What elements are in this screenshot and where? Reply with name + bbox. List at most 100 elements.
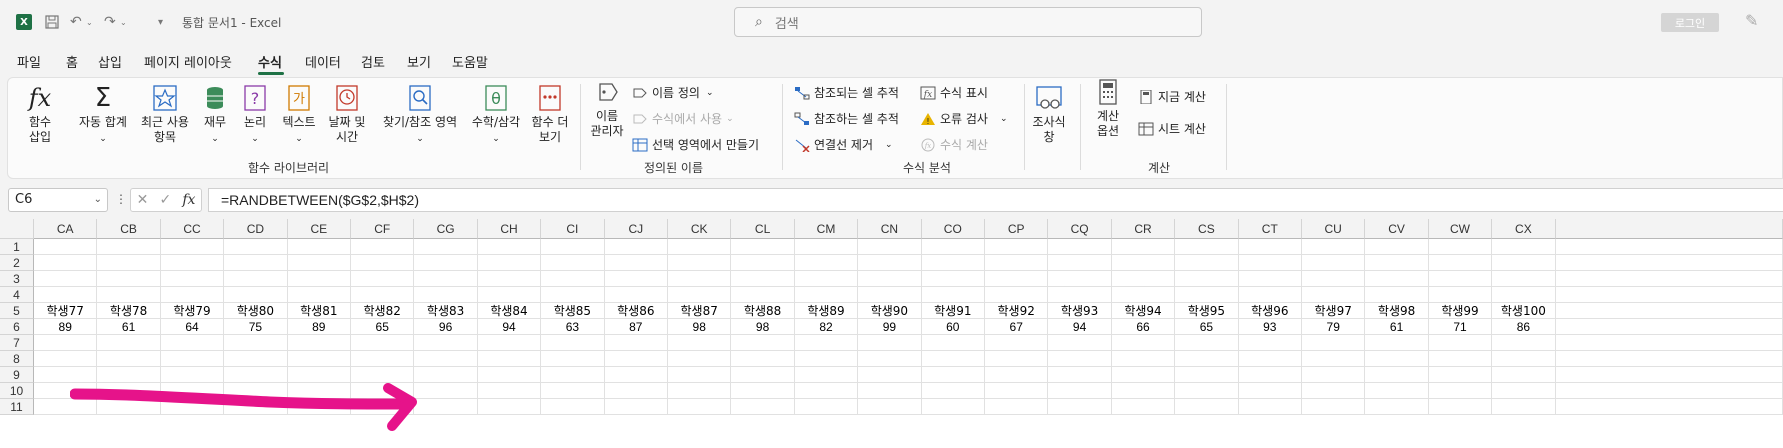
remove-arrows-button[interactable]: 연결선 제거 ⌄ [794,136,893,153]
cell[interactable] [1555,303,1783,319]
cell[interactable] [1048,239,1112,255]
math-trig-button[interactable]: θ 수학/삼각 ⌄ [468,84,524,147]
cell[interactable]: 학생91 [921,303,985,319]
cell[interactable] [224,239,288,255]
row-header-2[interactable]: 2 [0,255,34,271]
cell[interactable] [1175,287,1239,303]
cell[interactable] [604,271,668,287]
calculate-sheet-button[interactable]: 시트 계산 [1138,120,1206,137]
cell[interactable] [985,255,1049,271]
cell[interactable] [34,239,98,255]
login-button[interactable]: 로그인 [1661,13,1719,32]
tab-view[interactable]: 보기 [407,52,431,71]
cell[interactable] [1428,287,1493,303]
cell[interactable] [1492,255,1556,271]
cell[interactable] [794,351,859,367]
column-header-cx[interactable]: CX [1492,219,1556,239]
redo-icon[interactable]: ↷ [104,12,116,32]
cell[interactable] [34,335,98,351]
undo-icon[interactable]: ↶ [70,12,82,32]
cell[interactable] [34,287,98,303]
name-manager-button[interactable]: 이름 관리자 [586,78,628,139]
cell[interactable] [414,239,478,255]
cell[interactable] [604,399,668,415]
cell[interactable] [1238,287,1302,303]
cell[interactable] [1302,383,1366,399]
cell[interactable] [1048,287,1112,303]
cell[interactable] [414,399,478,415]
cell[interactable] [1111,287,1176,303]
cell[interactable] [794,271,859,287]
cell[interactable] [477,399,542,415]
cell[interactable] [1048,271,1112,287]
chevron-down-icon[interactable]: ⌄ [94,189,102,211]
column-header-cd[interactable]: CD [224,219,288,239]
cell[interactable] [1048,255,1112,271]
cell[interactable] [224,335,288,351]
cell[interactable] [604,367,668,383]
cell[interactable] [414,351,478,367]
cell[interactable] [1175,399,1239,415]
cell[interactable] [541,351,605,367]
cell[interactable]: 61 [1365,319,1429,335]
cancel-icon[interactable]: ✕ [137,192,149,208]
cell[interactable] [668,287,732,303]
cell[interactable]: 61 [97,319,161,335]
cell[interactable] [668,255,732,271]
column-header-cv[interactable]: CV [1365,219,1429,239]
cell[interactable] [1555,367,1783,383]
column-header-cf[interactable]: CF [351,219,415,239]
cell[interactable] [287,271,351,287]
cell[interactable] [1365,239,1429,255]
cell[interactable] [224,255,288,271]
cell[interactable] [1365,351,1429,367]
cell[interactable] [1238,399,1302,415]
cell[interactable] [1302,335,1366,351]
cell[interactable]: 87 [604,319,668,335]
use-in-formula-button[interactable]: 수식에서 사용 ⌄ [632,110,734,127]
cell[interactable] [794,239,859,255]
column-header-ca[interactable]: CA [34,219,98,239]
cell[interactable] [794,367,859,383]
cell[interactable] [858,335,922,351]
cell[interactable]: 학생93 [1048,303,1112,319]
cell[interactable] [985,239,1049,255]
cell[interactable] [1492,335,1556,351]
cell[interactable] [1048,383,1112,399]
cell[interactable] [921,367,985,383]
cell[interactable]: 79 [1302,319,1366,335]
select-all-corner[interactable] [0,219,34,239]
cell[interactable] [414,335,478,351]
autosum-button[interactable]: Σ 자동 합계 ⌄ [74,84,132,147]
pen-icon[interactable]: ✎ [1745,11,1758,30]
cell[interactable] [985,271,1049,287]
cell[interactable]: 96 [414,319,478,335]
cell[interactable]: 학생96 [1238,303,1302,319]
error-checking-button[interactable]: ! 오류 검사 ⌄ [920,110,1008,127]
tab-page-layout[interactable]: 페이지 레이아웃 [144,52,232,71]
cell[interactable] [858,399,922,415]
cell[interactable] [1428,351,1493,367]
trace-precedents-button[interactable]: 참조되는 셀 추적 [794,84,899,101]
cell[interactable] [858,239,922,255]
recent-functions-button[interactable]: 최근 사용 항목 [136,84,194,145]
row-header-4[interactable]: 4 [0,287,34,303]
row-header-9[interactable]: 9 [0,367,34,383]
row-header-10[interactable]: 10 [0,383,34,399]
cell[interactable] [97,335,161,351]
tab-review[interactable]: 검토 [361,52,385,71]
column-header-cr[interactable]: CR [1111,219,1176,239]
cell[interactable]: 60 [921,319,985,335]
cell[interactable] [1365,287,1429,303]
cell[interactable] [668,383,732,399]
cell[interactable] [1111,255,1176,271]
enter-icon[interactable]: ✓ [159,192,171,208]
cell[interactable] [921,383,985,399]
more-options-icon[interactable]: ⋮ [115,192,127,206]
cell[interactable] [541,383,605,399]
column-header-cg[interactable]: CG [414,219,478,239]
cell[interactable] [477,367,542,383]
cell[interactable] [1048,367,1112,383]
cell[interactable]: 65 [1175,319,1239,335]
cell[interactable] [541,335,605,351]
